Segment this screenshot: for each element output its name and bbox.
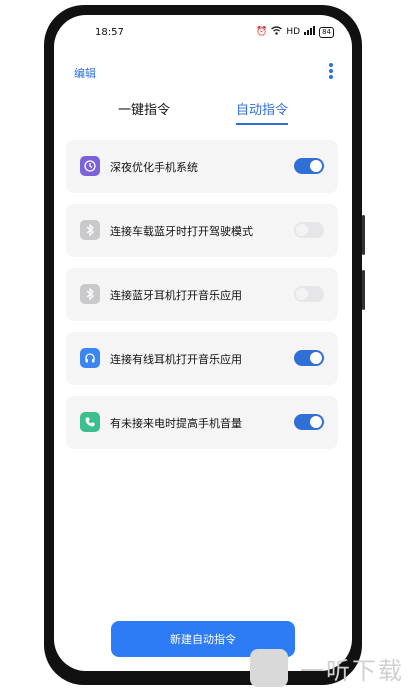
item-label: 连接有线耳机打开音乐应用 [110,353,242,366]
phone-screen: 18:57 ⏰ HD 84 编辑 一键指令 自动指令 深夜优化手机系统 连接车载… [54,15,352,671]
toggle-switch[interactable] [294,414,324,430]
toggle-switch[interactable] [294,286,324,302]
bluetooth-icon [80,220,100,240]
item-label: 有未接来电时提高手机音量 [110,417,242,430]
watermark-logo-icon [250,649,288,687]
signal-icon [304,26,316,38]
watermark-text: 一听下载 [300,657,404,685]
bluetooth-icon [80,284,100,304]
edit-button[interactable]: 编辑 [74,65,96,81]
item-label: 连接车载蓝牙时打开驾驶模式 [110,225,253,238]
tab-one-tap[interactable]: 一键指令 [118,99,170,118]
list-item[interactable]: 有未接来电时提高手机音量 [66,396,338,449]
more-options-icon[interactable] [328,63,334,79]
toggle-switch[interactable] [294,222,324,238]
wifi-icon [271,26,283,38]
battery-icon: 84 [319,26,334,38]
toggle-switch[interactable] [294,350,324,366]
network-type: HD [286,27,301,37]
new-automation-label: 新建自动指令 [170,633,236,646]
clock-icon [80,156,100,176]
status-time: 18:57 [95,27,124,38]
watermark: 一听下载 [248,645,406,691]
alarm-icon: ⏰ [256,27,268,37]
list-item[interactable]: 连接有线耳机打开音乐应用 [66,332,338,385]
phone-icon [80,412,100,432]
tab-bar: 一键指令 自动指令 [54,99,352,129]
item-label: 连接蓝牙耳机打开音乐应用 [110,289,242,302]
status-bar: 18:57 ⏰ HD 84 [54,15,352,49]
headphones-icon [80,348,100,368]
list-item[interactable]: 深夜优化手机系统 [66,140,338,193]
toggle-switch[interactable] [294,158,324,174]
tab-active-indicator [236,123,288,125]
item-label: 深夜优化手机系统 [110,161,198,174]
list-item[interactable]: 连接车载蓝牙时打开驾驶模式 [66,204,338,257]
list-item[interactable]: 连接蓝牙耳机打开音乐应用 [66,268,338,321]
tab-automation[interactable]: 自动指令 [236,99,288,118]
status-icons: ⏰ HD 84 [256,26,334,38]
